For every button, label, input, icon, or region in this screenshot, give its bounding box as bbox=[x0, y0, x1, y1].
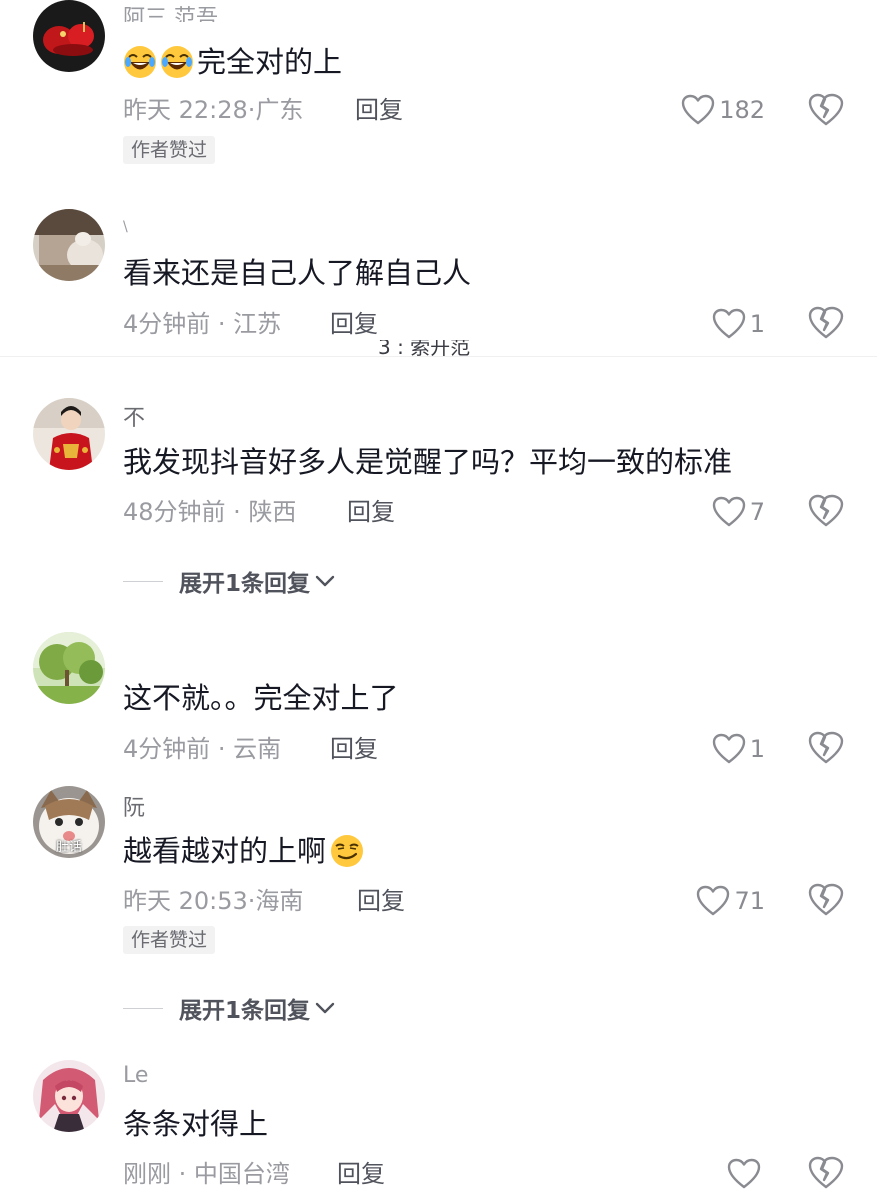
heart-icon bbox=[712, 733, 745, 764]
comment-time: 昨天 20:53 bbox=[123, 887, 248, 915]
comment-item: 这不就。。完全对上了 4分钟前 · 云南 回复 1 bbox=[0, 630, 877, 780]
comment-meta: 4分钟前 · 江苏 bbox=[123, 310, 282, 338]
reply-button[interactable]: 回复 bbox=[330, 733, 378, 765]
comment-location: 中国台湾 bbox=[193, 1160, 290, 1188]
comment-text: 这不就。。完全对上了 bbox=[123, 681, 399, 715]
reply-button[interactable]: 回复 bbox=[337, 1158, 385, 1190]
broken-heart-icon bbox=[808, 494, 844, 527]
comment-location: 陕西 bbox=[248, 498, 297, 526]
chevron-down-icon bbox=[315, 575, 335, 587]
like-button[interactable]: 1 bbox=[680, 731, 765, 767]
comment-meta: 4分钟前 · 云南 bbox=[123, 735, 282, 763]
avatar-caption: 肚话 bbox=[55, 840, 82, 855]
comment-text: 完全对的上 bbox=[197, 45, 343, 79]
author-liked-badge: 作者赞过 bbox=[123, 926, 216, 954]
smirk-emoji bbox=[331, 835, 364, 867]
comment-item: \ 看来还是自己人了解自己人 4分钟前 · 江苏 回复 1 bbox=[0, 205, 877, 355]
grin-laugh-emoji bbox=[124, 46, 156, 78]
expand-replies-button[interactable]: 展开1条回复 bbox=[123, 565, 336, 597]
comment-time: 48分钟前 bbox=[123, 498, 226, 526]
comment-meta: 48分钟前 · 陕西 bbox=[123, 498, 297, 526]
heart-icon bbox=[697, 885, 730, 916]
author-liked-badge: 作者赞过 bbox=[123, 136, 216, 164]
comment-item: Le 条条对得上 刚刚 · 中国台湾 回复 bbox=[0, 1055, 877, 1200]
comment-username[interactable]: \ bbox=[123, 219, 128, 241]
comment-text-row: 越看越对的上啊 bbox=[123, 831, 364, 871]
heart-icon bbox=[681, 94, 715, 125]
comment-item: 不 我发现抖音好多人是觉醒了吗？平均一致的标准 48分钟前 · 陕西 回复 7 … bbox=[0, 390, 877, 610]
heart-icon bbox=[712, 496, 745, 527]
comment-location: 云南 bbox=[233, 735, 282, 763]
divider bbox=[123, 580, 163, 582]
dislike-button[interactable] bbox=[808, 1156, 844, 1192]
dislike-button[interactable] bbox=[808, 494, 844, 530]
expand-replies-label: 展开1条回复 bbox=[179, 998, 311, 1024]
comment-text-row: 条条对得上 bbox=[123, 1104, 268, 1144]
comment-username[interactable]: 阮 bbox=[123, 790, 145, 818]
comment-text-row: 看来还是自己人了解自己人 bbox=[123, 253, 471, 293]
avatar[interactable] bbox=[33, 0, 105, 72]
comment-username[interactable]: 阿三 范吾 bbox=[123, 0, 218, 22]
comment-location: 海南 bbox=[255, 887, 304, 915]
like-button[interactable]: 71 bbox=[670, 883, 765, 919]
dislike-button[interactable] bbox=[808, 731, 844, 767]
divider bbox=[123, 1007, 163, 1009]
broken-heart-icon bbox=[808, 306, 844, 339]
reply-button[interactable]: 回复 bbox=[357, 885, 405, 917]
comment-text: 条条对得上 bbox=[123, 1107, 269, 1141]
like-count: 1 bbox=[749, 735, 765, 763]
avatar[interactable] bbox=[33, 209, 105, 281]
broken-heart-icon bbox=[808, 93, 844, 126]
like-count: 1 bbox=[749, 310, 765, 338]
expand-replies-button[interactable]: 展开1条回复 bbox=[123, 992, 336, 1024]
comment-username[interactable]: 不 bbox=[123, 400, 145, 428]
comment-username[interactable]: Le bbox=[123, 1063, 148, 1091]
reply-button[interactable]: 回复 bbox=[347, 496, 395, 528]
chevron-down-icon bbox=[315, 1002, 335, 1014]
heart-icon bbox=[712, 308, 745, 339]
dislike-button[interactable] bbox=[808, 883, 844, 919]
like-button[interactable] bbox=[700, 1156, 765, 1192]
like-button[interactable]: 182 bbox=[660, 92, 765, 128]
like-count: 7 bbox=[749, 498, 765, 526]
like-count: 182 bbox=[719, 96, 765, 124]
stray-fragment-text: 3 : 索开范 bbox=[378, 340, 471, 359]
comment-time: 刚刚 bbox=[123, 1160, 171, 1188]
comment-text: 看来还是自己人了解自己人 bbox=[123, 256, 472, 290]
avatar[interactable] bbox=[33, 398, 105, 470]
reply-button[interactable]: 回复 bbox=[330, 308, 378, 340]
broken-heart-icon bbox=[808, 1156, 844, 1189]
divider bbox=[0, 356, 877, 357]
comment-time: 昨天 22:28 bbox=[123, 96, 248, 124]
heart-icon bbox=[727, 1158, 761, 1189]
comment-item: 阿三 范吾 完全对的上 昨天 22:28·广东 回复 182 作者赞过 bbox=[0, 0, 877, 175]
comment-text-row: 我发现抖音好多人是觉醒了吗？平均一致的标准 bbox=[123, 442, 732, 482]
dislike-button[interactable] bbox=[808, 306, 844, 342]
comment-text: 越看越对的上啊 bbox=[123, 834, 327, 868]
avatar[interactable] bbox=[33, 632, 105, 704]
expand-replies-label: 展开1条回复 bbox=[179, 571, 311, 597]
comment-meta: 刚刚 · 中国台湾 bbox=[123, 1160, 290, 1188]
avatar[interactable] bbox=[33, 1060, 105, 1132]
dislike-button[interactable] bbox=[808, 93, 844, 129]
reply-button[interactable]: 回复 bbox=[355, 94, 403, 126]
broken-heart-icon bbox=[808, 883, 844, 916]
comment-text: 我发现抖音好多人是觉醒了吗？平均一致的标准 bbox=[123, 445, 733, 479]
like-button[interactable]: 1 bbox=[680, 306, 765, 342]
like-count: 71 bbox=[734, 887, 765, 915]
grin-laugh-emoji bbox=[161, 46, 193, 78]
comment-location: 江苏 bbox=[233, 310, 282, 338]
broken-heart-icon bbox=[808, 731, 844, 764]
comment-location: 广东 bbox=[255, 96, 304, 124]
comment-meta: 昨天 22:28·广东 bbox=[123, 96, 304, 124]
comment-item: 肚话 阮 越看越对的上啊 昨天 20:53·海南 回复 71 作者赞过 展开1条… bbox=[0, 782, 877, 1032]
comment-time: 4分钟前 bbox=[123, 310, 211, 338]
comment-meta: 昨天 20:53·海南 bbox=[123, 887, 304, 915]
comment-text-row: 完全对的上 bbox=[123, 42, 342, 82]
comment-time: 4分钟前 bbox=[123, 735, 211, 763]
like-button[interactable]: 7 bbox=[680, 494, 765, 530]
comment-text-row: 这不就。。完全对上了 bbox=[123, 678, 399, 718]
avatar[interactable]: 肚话 bbox=[33, 786, 105, 858]
